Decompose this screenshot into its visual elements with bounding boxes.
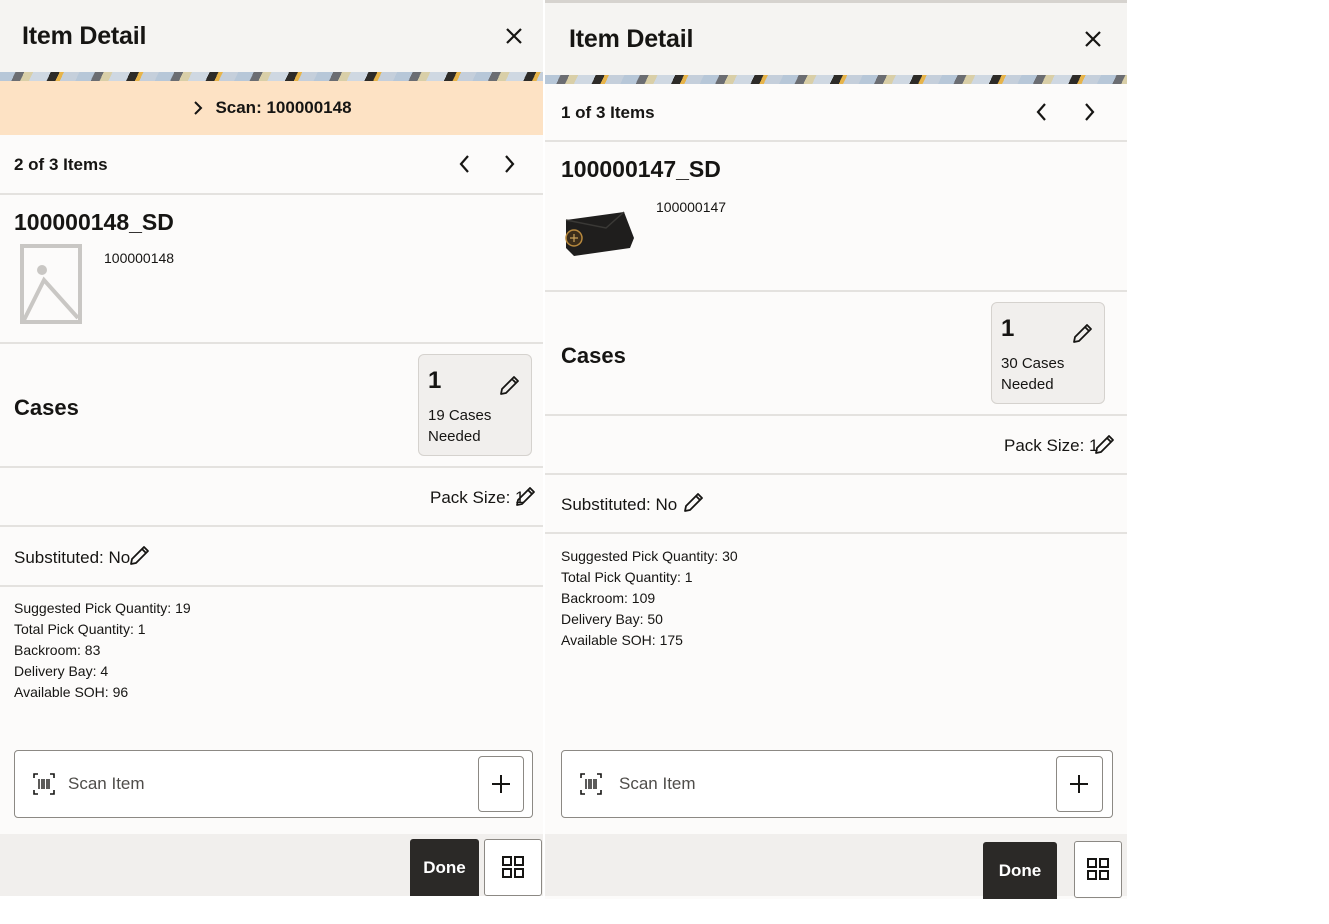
cases-label: Cases [14,395,79,420]
pencil-icon [500,376,519,395]
cases-label: Cases [561,343,626,368]
image-placeholder-icon [20,244,82,324]
decorative-banner [0,72,543,81]
item-title: 100000147_SD [561,156,721,182]
total-pick-quantity: Total Pick Quantity: 1 [14,621,146,637]
panel-header: Item Detail [545,3,1127,75]
done-button[interactable]: Done [983,842,1057,899]
previous-item-button[interactable] [1029,99,1055,125]
edit-quantity-button[interactable] [1069,321,1095,347]
pencil-icon [684,493,703,512]
footer-bar: Done [0,834,543,896]
substituted-label: Substituted: No [14,548,131,567]
plus-icon [1070,775,1088,793]
grid-menu-button[interactable] [484,839,542,896]
item-info-row: 100000147_SD 100000147 [545,142,1127,292]
item-details-list: Suggested Pick Quantity: 30 Total Pick Q… [561,546,738,651]
pack-size-label: Pack Size: 1 [430,488,525,507]
grid-icon [502,856,524,878]
edit-substituted-button[interactable] [126,543,152,569]
edit-substituted-button[interactable] [680,490,706,516]
chevron-left-icon [1036,103,1046,121]
grid-menu-button[interactable] [1074,841,1122,898]
edit-pack-size-button[interactable] [512,484,538,510]
available-soh: Available SOH: 96 [14,684,129,700]
cases-quantity: 1 [428,367,442,394]
delivery-bay-quantity: Delivery Bay: 50 [561,611,663,627]
cases-row: Cases 1 19 Cases Needed [0,344,543,468]
scan-bar-label: Scan: 100000148 [215,98,352,117]
available-soh: Available SOH: 175 [561,632,683,648]
item-details-list: Suggested Pick Quantity: 19 Total Pick Q… [14,598,191,703]
pencil-icon [1073,324,1092,343]
substituted-label: Substituted: No [561,495,678,514]
close-button[interactable] [500,22,528,50]
cases-row: Cases 1 30 Cases Needed [545,292,1127,416]
total-pick-quantity: Total Pick Quantity: 1 [561,569,693,585]
suggested-pick-quantity: Suggested Pick Quantity: 30 [561,548,738,564]
previous-item-button[interactable] [452,151,478,177]
decorative-banner [545,75,1127,84]
scan-item-placeholder: Scan Item [68,774,145,793]
grid-icon [1087,858,1109,880]
cases-quantity: 1 [1001,315,1015,342]
cases-needed: 19 Cases Needed [428,407,492,445]
scan-item-input[interactable]: Scan Item [561,750,1113,818]
barcode-icon [580,773,602,795]
chevron-right-icon [505,155,515,173]
scan-item-input[interactable]: Scan Item [14,750,533,818]
pager-row: 2 of 3 Items [0,135,543,195]
done-button[interactable]: Done [410,839,479,896]
chevron-left-icon [459,155,469,173]
substituted-row: Substituted: No [0,527,543,587]
scan-bar[interactable]: Scan: 100000148 [0,81,543,135]
item-info-row: 100000148_SD 100000148 [0,195,543,344]
add-item-button[interactable] [1056,756,1103,812]
close-button[interactable] [1079,25,1107,53]
delivery-bay-quantity: Delivery Bay: 4 [14,663,109,679]
suggested-pick-quantity: Suggested Pick Quantity: 19 [14,600,191,616]
barcode-icon [33,773,55,795]
next-item-button[interactable] [1076,99,1102,125]
chevron-right-icon [194,101,203,115]
pencil-icon [130,546,149,565]
item-title: 100000148_SD [14,209,174,235]
backroom-quantity: Backroom: 109 [561,590,656,606]
chevron-right-icon [1085,103,1095,121]
edit-pack-size-button[interactable] [1091,432,1117,458]
pager-row: 1 of 3 Items [545,84,1127,142]
pack-size-row: Pack Size: 1 [0,468,543,527]
pack-size-row: Pack Size: 1 [545,416,1127,475]
sunglasses-case-image [562,208,638,260]
cases-needed: 30 Cases Needed [1001,355,1065,393]
cases-quantity-card[interactable]: 1 30 Cases Needed [991,302,1105,404]
pencil-icon [516,487,535,506]
item-id: 100000148 [104,250,175,266]
edit-quantity-button[interactable] [496,373,522,399]
backroom-quantity: Backroom: 83 [14,642,101,658]
pack-size-label: Pack Size: 1 [1004,436,1099,455]
pencil-icon [1095,435,1114,454]
page-title: Item Detail [569,25,694,53]
item-detail-panel-right: Item Detail 1 of 3 Items 100000147_SD 10… [545,0,1127,899]
footer-bar: Done [545,834,1127,899]
close-icon [506,28,522,44]
next-item-button[interactable] [496,151,522,177]
item-id: 100000147 [656,199,727,215]
item-detail-panel-left: Item Detail Scan: 100000148 2 of 3 Items… [0,0,543,896]
substituted-row: Substituted: No [545,475,1127,534]
page-title: Item Detail [22,22,147,50]
scan-item-placeholder: Scan Item [619,774,696,793]
add-item-button[interactable] [478,756,524,812]
pager-label: 2 of 3 Items [14,155,108,174]
close-icon [1085,31,1101,47]
panel-header: Item Detail [0,0,543,72]
plus-icon [492,775,510,793]
cases-quantity-card[interactable]: 1 19 Cases Needed [418,354,532,456]
pager-label: 1 of 3 Items [561,103,655,122]
